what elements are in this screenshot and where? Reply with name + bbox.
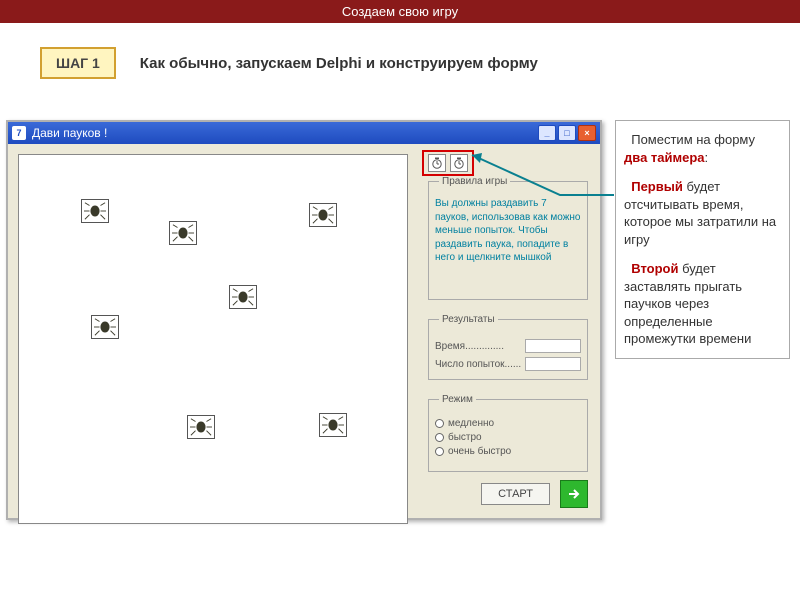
mode-title: Режим <box>439 394 476 405</box>
timer2-component[interactable] <box>450 154 468 172</box>
rules-panel: Правила игры Вы должны раздавить 7 пауко… <box>428 176 588 300</box>
radio-veryfast[interactable]: очень быстро <box>435 446 581 457</box>
radio-fast[interactable]: быстро <box>435 432 581 443</box>
timer1-component[interactable] <box>428 154 446 172</box>
spider-sprite[interactable] <box>169 221 197 245</box>
sidebar-p1b: два таймера <box>624 150 705 165</box>
rules-text: Вы должны раздавить 7 пауков, использова… <box>435 197 581 265</box>
time-label: Время.............. <box>435 341 504 352</box>
form-body: Правила игры Вы должны раздавить 7 пауко… <box>8 144 600 518</box>
page-banner: Создаем свою игру <box>0 0 800 23</box>
close-button[interactable]: × <box>578 125 596 141</box>
spider-sprite[interactable] <box>91 315 119 339</box>
radio-slow-label: медленно <box>448 418 494 429</box>
sidebar-p2a: Первый <box>631 179 683 194</box>
next-button[interactable] <box>560 480 588 508</box>
sidebar-p3a: Второй <box>631 261 678 276</box>
results-panel: Результаты Время.............. Число поп… <box>428 314 588 380</box>
sidebar-p1c: : <box>705 150 709 165</box>
tries-label: Число попыток...... <box>435 359 521 370</box>
spider-sprite[interactable] <box>187 415 215 439</box>
delphi-window: 7 Дави пауков ! _ □ × <box>6 120 602 520</box>
radio-veryfast-label: очень быстро <box>448 446 511 457</box>
radio-fast-label: быстро <box>448 432 482 443</box>
radio-slow[interactable]: медленно <box>435 418 581 429</box>
tries-field[interactable] <box>525 357 581 371</box>
commentary-sidebar: Поместим на форму два таймера: Первый бу… <box>615 120 790 359</box>
maximize-button[interactable]: □ <box>558 125 576 141</box>
spider-sprite[interactable] <box>81 199 109 223</box>
header-row: ШАГ 1 Как обычно, запускаем Delphi и кон… <box>0 23 800 89</box>
start-button[interactable]: СТАРТ <box>481 483 550 505</box>
arrow-right-icon <box>567 487 581 501</box>
sidebar-p1a: Поместим на форму <box>631 132 755 147</box>
mode-panel: Режим медленно быстро очень быстро <box>428 394 588 472</box>
time-field[interactable] <box>525 339 581 353</box>
rules-title: Правила игры <box>439 176 510 187</box>
spider-sprite[interactable] <box>229 285 257 309</box>
window-title: Дави пауков ! <box>32 126 107 140</box>
titlebar: 7 Дави пауков ! _ □ × <box>8 122 600 144</box>
instruction-text: Как обычно, запускаем Delphi и конструир… <box>140 55 538 72</box>
step-badge: ШАГ 1 <box>40 47 116 79</box>
play-canvas[interactable] <box>18 154 408 524</box>
delphi-icon: 7 <box>12 126 26 140</box>
minimize-button[interactable]: _ <box>538 125 556 141</box>
timers-highlight <box>422 150 474 176</box>
spider-sprite[interactable] <box>319 413 347 437</box>
spider-sprite[interactable] <box>309 203 337 227</box>
results-title: Результаты <box>439 314 498 325</box>
